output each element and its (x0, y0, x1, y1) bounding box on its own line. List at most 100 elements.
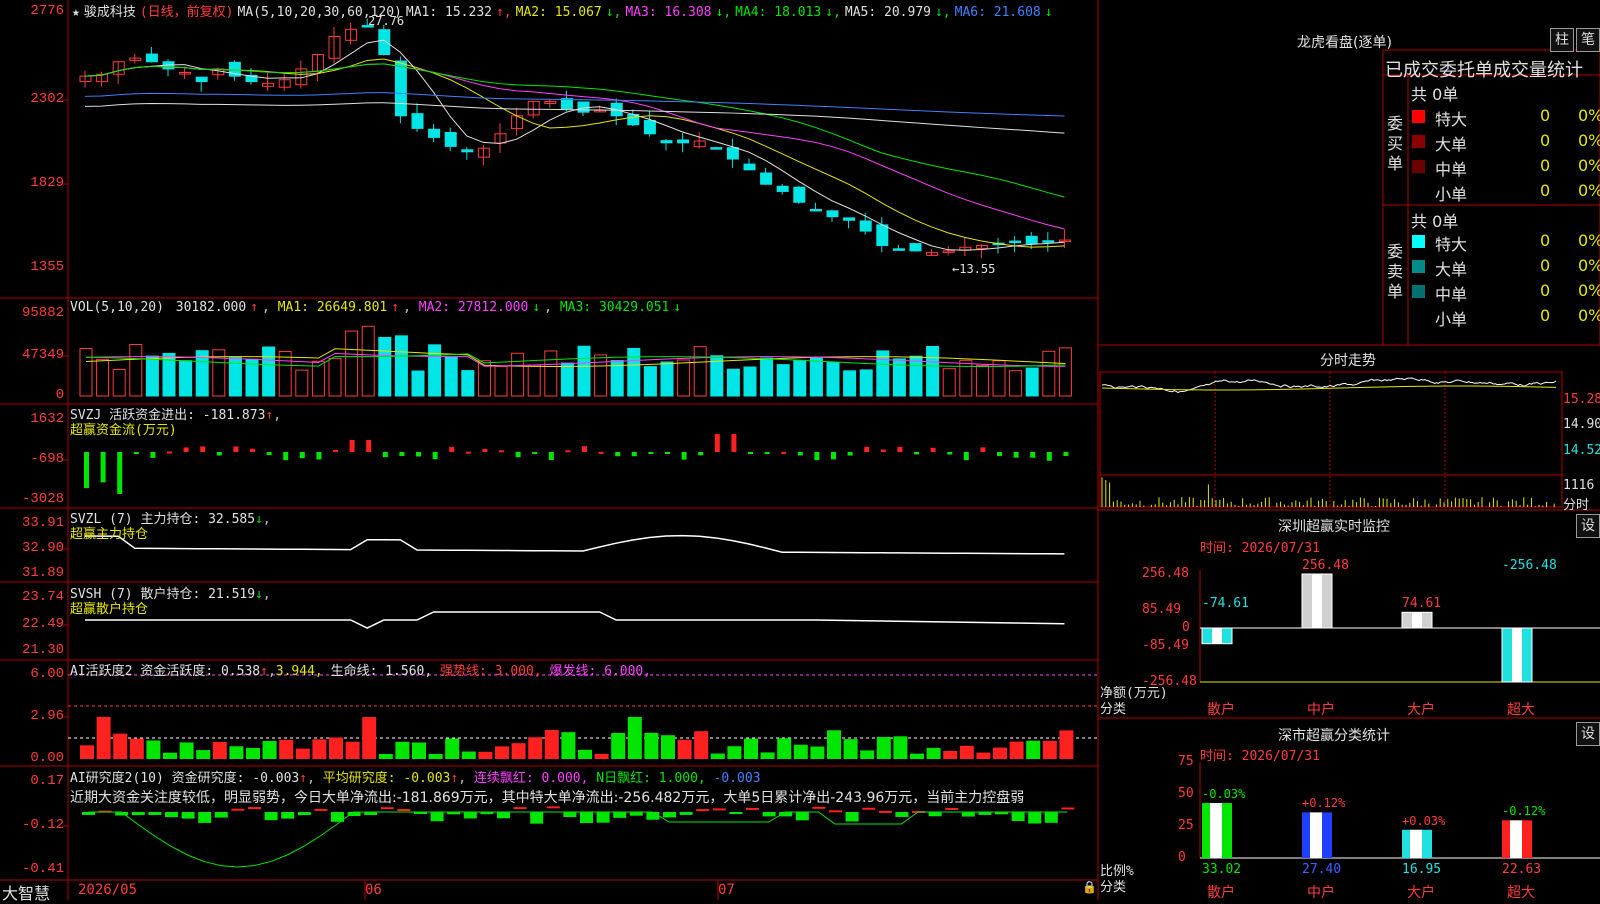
high-price-label: 27.76 (368, 14, 405, 28)
volume-bar (527, 364, 541, 397)
activity-bar (129, 738, 144, 759)
volume-bar (96, 358, 110, 397)
volume-bar (793, 359, 807, 397)
svsh-tick-0: 23.74 (21, 589, 64, 605)
buy-row-pct-0: 0% (1578, 106, 1600, 125)
activity-bar (1026, 740, 1041, 759)
flow-bar (714, 434, 720, 452)
volume-bar (594, 354, 608, 397)
sell-row-name-1: 大单 (1435, 260, 1468, 279)
ai-continuous-red: 连续飘红: 0.000, (473, 771, 589, 786)
svzj-tick-1: -698 (30, 451, 64, 467)
candle-body (776, 185, 789, 192)
flow-bar (880, 449, 886, 452)
candle-body (411, 113, 424, 129)
monitor-xlabel: 分类 (1100, 702, 1127, 717)
tick-mode-button[interactable]: 笔 (1576, 28, 1600, 52)
classify-tick-0: 75 (1178, 754, 1194, 769)
ai-active-tick-1: 2.96 (30, 708, 64, 724)
activity-bar (777, 738, 792, 759)
activity-bar (212, 741, 227, 759)
candle-body (793, 186, 806, 203)
bar-mode-button[interactable]: 柱 (1550, 28, 1574, 52)
research-bar (497, 812, 510, 819)
vol-tick-0: 95882 (21, 305, 64, 321)
research-bar (961, 812, 975, 817)
activity-bar (495, 746, 509, 759)
price-tick-3: 1355 (30, 259, 64, 275)
volume-bar (1025, 367, 1039, 397)
monitor-tick-3: -85.49 (1142, 638, 1189, 653)
classify-cat-3: 超大 (1507, 885, 1535, 901)
stock-name[interactable]: 骏成科技 (84, 5, 136, 20)
longhu-title: 龙虎看盘(逐单) (1297, 35, 1392, 51)
chart-mode[interactable]: (日线，前复权) (140, 5, 234, 20)
ai-active-title: AI活跃度2 (70, 664, 133, 679)
activity-bar (611, 732, 626, 759)
ai-burst-line: 爆发线: 6.000, (549, 664, 652, 679)
price-tick-1: 2302 (30, 91, 64, 107)
research-bar (895, 812, 909, 817)
flow-bar (615, 452, 621, 457)
classify-change-1: +0.12% (1302, 796, 1346, 811)
ma-legend-2: MA2: 15.067 (515, 5, 602, 20)
ai-research-extra: -0.003 (713, 771, 761, 786)
buy-row-name-2: 中单 (1435, 160, 1468, 179)
ai-strong-line: 强势线: 3.000, (440, 664, 542, 679)
activity-bar (661, 735, 675, 759)
research-bar (862, 807, 876, 810)
volume-bar (262, 346, 276, 397)
classify-tick-2: 25 (1178, 818, 1194, 833)
ai-research-value: 资金研究度: -0.003 (171, 771, 300, 786)
volume-bar (560, 362, 574, 397)
flow-bar (1013, 452, 1019, 458)
flow-bar (167, 451, 172, 454)
chart-canvas[interactable] (0, 0, 1600, 900)
flow-bar (482, 448, 488, 452)
flow-bar (216, 452, 222, 456)
research-bar (878, 810, 892, 813)
flow-bar (631, 452, 637, 457)
research-bar (812, 806, 826, 809)
research-bar (795, 812, 809, 821)
price-tick-0: 2776 (30, 3, 64, 19)
activity-bar (860, 750, 875, 759)
monitor-tick-2: 0 (1182, 620, 1190, 635)
activity-bar (644, 732, 659, 759)
volume-bar (876, 350, 890, 397)
research-bar (264, 812, 278, 821)
activity-bar (827, 730, 841, 759)
vol-ma1: MA1: 26649.801 (277, 300, 388, 315)
volume-bar (129, 343, 143, 397)
ai-nday-red: N日飘红: 1.000, (596, 771, 706, 786)
classify-value-3: 22.63 (1502, 862, 1542, 877)
svzl-tick-1: 32.90 (21, 540, 64, 556)
lock-icon[interactable]: 🔒 (1082, 880, 1097, 894)
activity-bar (528, 737, 543, 759)
activity-bar (461, 751, 476, 759)
research-bar (463, 812, 477, 819)
activity-bar (295, 748, 310, 759)
flow-bar (648, 452, 654, 454)
vol-ma2: MA2: 27812.000 (418, 300, 529, 315)
monitor-settings-button[interactable]: 设 (1576, 514, 1600, 538)
research-bar (829, 810, 842, 813)
candle-body (809, 208, 822, 212)
volume-bar (444, 356, 458, 397)
candle-body (677, 139, 690, 144)
research-bar (679, 812, 693, 815)
ai-active-tick-2: 0.00 (30, 750, 64, 766)
monitor-cat-1: 中户 (1307, 702, 1335, 718)
candle-body (428, 128, 441, 138)
price-legend: ★ 骏成科技 (日线，前复权) MA(5,10,20,30,60,120) MA1: 1… (72, 1, 1061, 20)
flow-bar (117, 452, 123, 494)
research-bar (629, 812, 643, 816)
x-label-jun: 06 (365, 882, 382, 898)
classify-settings-button[interactable]: 设 (1576, 722, 1600, 746)
longhu-tabs[interactable]: 已成交委托单成交量统计 (1385, 56, 1600, 82)
ma-line-5 (84, 102, 1065, 134)
activity-bar (395, 741, 410, 759)
svzl-value: 主力持仓: 32.585 (140, 512, 256, 527)
flow-bar (930, 447, 936, 452)
volume-bar (461, 370, 475, 397)
